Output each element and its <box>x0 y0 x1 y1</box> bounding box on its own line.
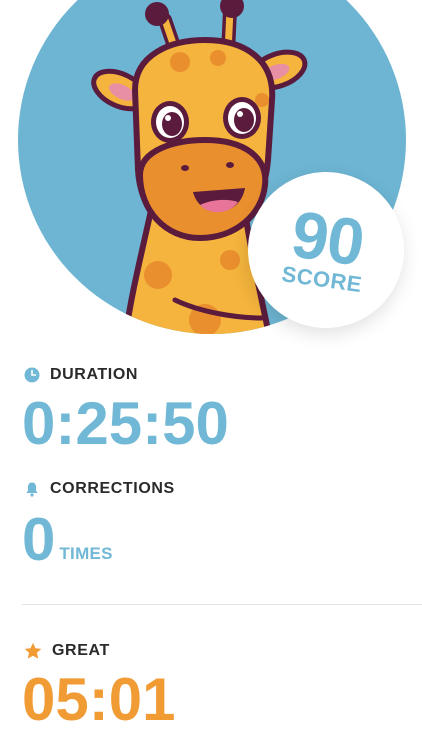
clock-icon <box>24 367 40 383</box>
bell-icon <box>26 482 38 497</box>
duration-label: DURATION <box>50 366 139 383</box>
corrections-label: CORRECTIONS <box>50 480 175 497</box>
great-header: GREAT <box>24 642 110 660</box>
great-value: 05:01 <box>22 666 176 733</box>
section-divider <box>22 604 422 605</box>
corrections-header: CORRECTIONS <box>24 480 175 498</box>
corrections-value: 0 <box>22 506 56 573</box>
corrections-unit: TIMES <box>59 544 113 563</box>
score-value: 90 <box>287 196 369 280</box>
duration-value: 0:25:50 <box>22 390 229 457</box>
corrections-value-group: 0 TIMES <box>22 510 113 570</box>
duration-header: DURATION <box>24 366 138 384</box>
great-label: GREAT <box>52 642 110 659</box>
star-icon <box>24 642 42 659</box>
